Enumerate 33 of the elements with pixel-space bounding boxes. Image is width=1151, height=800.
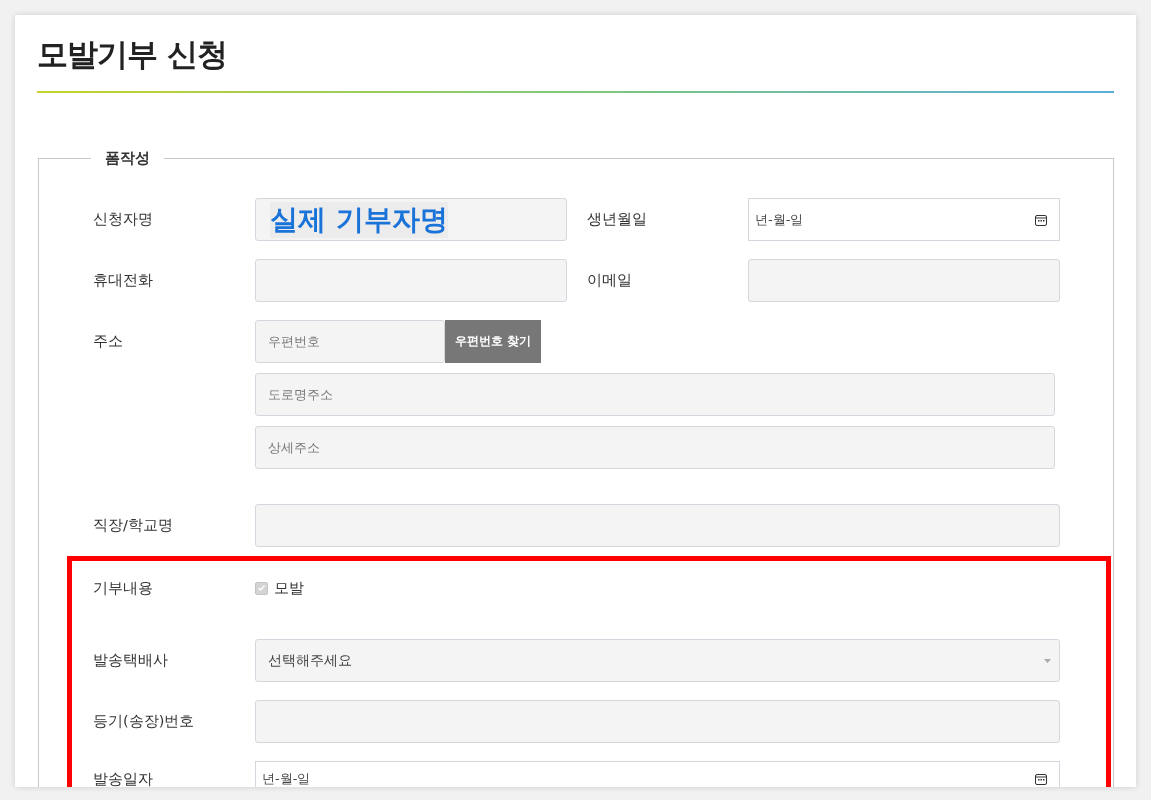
name-value: 실제 기부자명 (270, 201, 448, 238)
field-label: 주소 (93, 332, 124, 351)
page-title: 모발기부 신청 (37, 35, 228, 74)
postcode-field[interactable]: 우편번호 (255, 320, 445, 363)
text-field[interactable] (255, 700, 1060, 743)
caret-icon (1044, 658, 1051, 663)
text-field[interactable] (255, 259, 567, 302)
field-label: 발송일자 (93, 769, 154, 787)
field-label: 생년월일 (587, 210, 648, 229)
calendar-icon (1035, 773, 1047, 785)
date-placeholder: 년-월-일 (755, 210, 804, 229)
field-label: 발송택배사 (93, 651, 169, 670)
field-label: 신청자명 (93, 210, 154, 229)
select-field[interactable]: 선택해주세요 (255, 639, 1060, 682)
select-value: 선택해주세요 (268, 651, 352, 670)
name-field[interactable]: 실제 기부자명 (255, 198, 567, 241)
field-label: 기부내용 (93, 578, 154, 598)
fieldset-legend: 폼작성 (91, 149, 164, 168)
text-field[interactable] (255, 504, 1060, 547)
field-label: 휴대전화 (93, 271, 154, 290)
find-postcode-button[interactable]: 우편번호 찾기 (445, 320, 541, 363)
road-address-field[interactable]: 도로명주소 (255, 373, 1055, 416)
text-field[interactable] (748, 259, 1060, 302)
calendar-icon (1035, 213, 1047, 226)
checkbox-label: 모발 (274, 578, 304, 598)
check-icon (258, 585, 265, 591)
date-field[interactable]: 년-월-일 (255, 761, 1060, 787)
detail-address-field[interactable]: 상세주소 (255, 426, 1055, 469)
date-placeholder: 년-월-일 (262, 770, 311, 787)
field-label: 직장/학교명 (93, 516, 174, 535)
field-label: 이메일 (587, 271, 633, 290)
field-label: 등기(송장)번호 (93, 712, 196, 731)
date-field[interactable]: 년-월-일 (748, 198, 1060, 241)
